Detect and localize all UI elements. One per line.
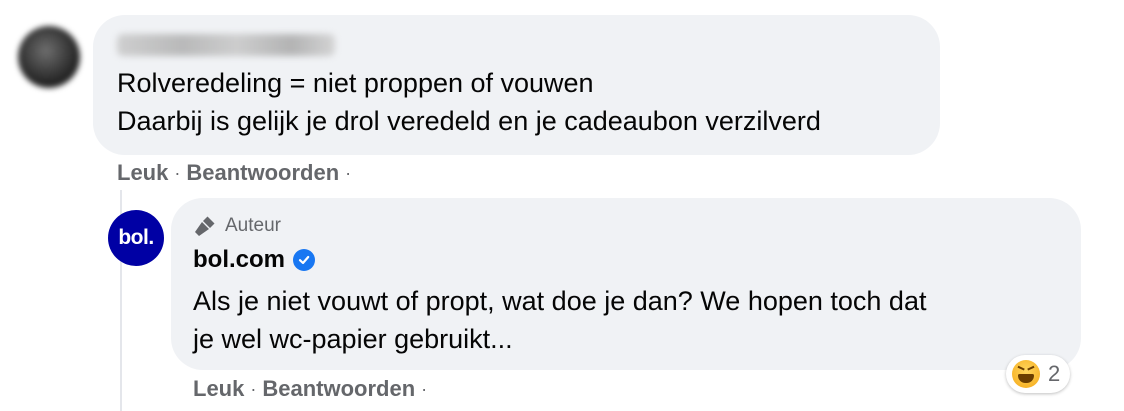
comment-text-line-2: Daarbij is gelijk je drol veredeld en je… [117,106,821,136]
separator-dot: · [250,378,257,399]
like-button[interactable]: Leuk [117,160,168,186]
laughing-emoji-icon [1012,360,1040,388]
author-badge: Auteur [193,214,281,238]
commenter-name-blurred[interactable] [117,34,335,56]
reply-actions: Leuk · Beantwoorden · [193,376,433,402]
reply-author-row: bol.com [193,246,316,274]
separator-dot: · [421,378,428,399]
verified-check-icon [293,249,316,271]
reaction-count-value: 2 [1048,361,1061,386]
author-badge-label: Auteur [225,215,281,236]
separator-dot: · [345,162,352,183]
reaction-count[interactable]: 2 [1006,355,1071,393]
like-button[interactable]: Leuk [193,376,244,402]
comment-text-line-1: Rolveredeling = niet proppen of vouwen [117,68,594,98]
reply-text-line-1: Als je niet vouwt of propt, wat doe je d… [193,286,927,316]
reply-button[interactable]: Beantwoorden [186,160,339,186]
separator-dot: · [174,162,181,183]
bol-avatar[interactable]: bol. [108,210,164,266]
reply-author-name[interactable]: bol.com [193,246,285,274]
commenter-avatar[interactable] [18,26,80,88]
reply-text-line-2: je wel wc-papier gebruikt... [193,324,513,354]
microphone-icon [195,216,215,236]
reply-button[interactable]: Beantwoorden [262,376,415,402]
comment-actions: Leuk · Beantwoorden · [117,160,357,186]
